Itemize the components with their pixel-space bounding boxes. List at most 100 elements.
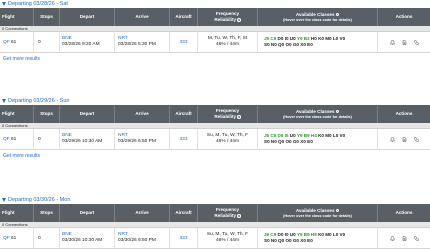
table-row: QF 61 0 BNE 03/29/26 10:30 AM NRT 03/29/26… <box>0 129 430 150</box>
aircraft-link[interactable]: 333 <box>179 236 187 241</box>
reliability-value: 46% / 44m <box>216 139 239 144</box>
actions-cell <box>378 228 430 248</box>
class-codes-available[interactable]: J5 C5 D5 I5 <box>264 133 290 138</box>
document-icon[interactable] <box>402 136 407 142</box>
reliability-value: 46% / 44m <box>216 42 239 47</box>
col-frequency[interactable]: Frequency Reliability i <box>198 8 258 26</box>
stops-value: 0 <box>34 228 60 248</box>
col-stops[interactable]: Stops <box>34 105 60 123</box>
info-icon[interactable]: i <box>237 17 241 22</box>
flight-number: 61 <box>11 235 17 241</box>
flight-number: 61 <box>11 39 17 45</box>
stops-value: 0 <box>34 32 60 52</box>
col-classes[interactable]: Available Classes i (Hover over the class … <box>258 8 378 26</box>
departure-title: Departing 03/29/26 - Sun <box>8 97 70 104</box>
bell-icon[interactable] <box>389 235 395 241</box>
actions-cell <box>378 32 430 52</box>
class-codes[interactable]: D0 I0 U0 <box>278 36 297 41</box>
arrive-time: 03/28/26 5:30 PM <box>118 42 156 47</box>
col-flight[interactable]: Flight <box>0 105 34 123</box>
frequency-cell: Su, M, Tu, W, Th, F 46% / 44m <box>198 129 258 149</box>
col-flight[interactable]: Flight <box>0 8 34 26</box>
col-classes-line2: (Hover over the class code for details) <box>283 114 352 119</box>
col-frequency[interactable]: Frequency Reliability i <box>198 105 258 123</box>
departure-title: Departing 03/28/26 - Sat <box>8 0 68 7</box>
class-codes[interactable]: U0 <box>290 133 297 138</box>
class-codes-available[interactable]: Y9 B9 H8 <box>297 232 318 237</box>
col-arrive[interactable]: Arrive <box>115 8 170 26</box>
class-codes-available[interactable]: J9 C9 <box>264 232 278 237</box>
departure-toggle[interactable]: Departing 03/29/26 - Sun <box>2 97 69 104</box>
flight-cell: QF 61 <box>0 32 34 52</box>
phone-icon[interactable] <box>413 235 419 241</box>
col-frequency[interactable]: Frequency Reliability i <box>198 204 258 222</box>
col-stops[interactable]: Stops <box>34 8 60 26</box>
aircraft-cell: 333 <box>170 32 198 52</box>
col-actions: Actions <box>395 111 413 117</box>
col-arrive[interactable]: Arrive <box>115 204 170 222</box>
aircraft-link[interactable]: 333 <box>179 40 187 45</box>
info-icon[interactable]: i <box>335 109 340 114</box>
col-classes-line1: Available Classes <box>295 207 335 213</box>
class-codes-line2[interactable]: S0 N0 Q0 O0 G0 X0 E0 <box>264 238 345 244</box>
class-codes[interactable]: H0 K0 M0 L0 V0 <box>311 36 345 41</box>
class-codes-line2[interactable]: S0 N0 Q0 O0 G0 X0 E0 <box>264 42 345 48</box>
col-depart[interactable]: Depart <box>60 204 115 222</box>
col-classes[interactable]: Available Classes i (Hover over the class … <box>258 204 378 222</box>
classes-cell: J5 C5 D5 I5 U0 Y9 B9 H4 K0 M0 L0 V0 S0 N0… <box>258 129 378 149</box>
airline-link[interactable]: QF <box>3 137 10 142</box>
class-codes-available[interactable]: J9 C9 <box>264 36 278 41</box>
results-table-header: Flight Stops Depart Arrive Aircraft Freq… <box>0 105 430 123</box>
departure-toggle[interactable]: Departing 03/30/26 - Mon <box>2 196 70 203</box>
class-codes-available[interactable]: Y9 B2 <box>297 36 311 41</box>
bell-icon[interactable] <box>389 136 395 142</box>
classes-cell: J9 C9 D0 I0 U0 Y9 B9 H8 K0 M0 L0 V0 S0 N0… <box>258 228 378 248</box>
get-more-results-link[interactable]: Get more results <box>3 56 40 62</box>
phone-icon[interactable] <box>413 136 419 142</box>
results-table-header: Flight Stops Depart Arrive Aircraft Freq… <box>0 204 430 222</box>
frequency-cell: M, Tu, W, Th, F, St 46% / 44m <box>198 32 258 52</box>
depart-time: 03/28/26 9:20 AM <box>62 42 100 47</box>
col-aircraft[interactable]: Aircraft <box>170 105 198 123</box>
class-codes[interactable]: K0 M0 L0 V0 <box>318 232 345 237</box>
bell-icon[interactable] <box>389 39 395 45</box>
info-icon[interactable]: i <box>237 213 241 218</box>
aircraft-cell: 333 <box>170 228 198 248</box>
document-icon[interactable] <box>402 39 407 45</box>
info-icon[interactable]: i <box>335 12 340 17</box>
airline-link[interactable]: QF <box>3 40 10 45</box>
class-codes-available[interactable]: Y9 B9 H4 <box>297 133 318 138</box>
col-aircraft[interactable]: Aircraft <box>170 204 198 222</box>
arrive-time: 03/29/26 6:50 PM <box>118 139 156 144</box>
col-actions: Actions <box>395 14 413 20</box>
reliability-value: 46% / 44m <box>216 238 239 243</box>
col-arrive[interactable]: Arrive <box>115 105 170 123</box>
col-flight[interactable]: Flight <box>0 204 34 222</box>
triangle-down-icon <box>2 1 6 6</box>
col-aircraft[interactable]: Aircraft <box>170 8 198 26</box>
table-row: QF 61 0 BNE 03/30/26 10:30 AM NRT 03/30/26… <box>0 228 430 249</box>
info-icon[interactable]: i <box>237 114 241 119</box>
airline-link[interactable]: QF <box>3 236 10 241</box>
col-depart[interactable]: Depart <box>60 105 115 123</box>
class-codes[interactable]: K0 M0 L0 V0 <box>318 133 345 138</box>
col-frequency-line2: Reliability <box>214 213 237 218</box>
col-classes-line2: (Hover over the class code for details) <box>283 17 352 22</box>
arrive-cell: NRT 03/30/26 6:50 PM <box>115 228 170 248</box>
col-classes[interactable]: Available Classes i (Hover over the class … <box>258 105 378 123</box>
departure-toggle[interactable]: Departing 03/28/26 - Sat <box>2 0 68 7</box>
document-icon[interactable] <box>402 235 407 241</box>
class-codes-line2[interactable]: S0 N0 Q0 O0 G0 X0 E0 <box>264 139 345 145</box>
col-stops[interactable]: Stops <box>34 204 60 222</box>
flight-cell: QF 61 <box>0 228 34 248</box>
aircraft-link[interactable]: 333 <box>179 137 187 142</box>
col-depart[interactable]: Depart <box>60 8 115 26</box>
class-codes[interactable]: D0 I0 U0 <box>278 232 297 237</box>
info-icon[interactable]: i <box>335 208 340 213</box>
phone-icon[interactable] <box>413 39 419 45</box>
aircraft-cell: 333 <box>170 129 198 149</box>
frequency-cell: Su, M, Tu, W, Th, F 46% / 44m <box>198 228 258 248</box>
get-more-results-link[interactable]: Get more results <box>3 153 40 159</box>
depart-time: 03/30/26 10:30 AM <box>62 238 103 243</box>
col-frequency-line2: Reliability <box>214 114 237 119</box>
